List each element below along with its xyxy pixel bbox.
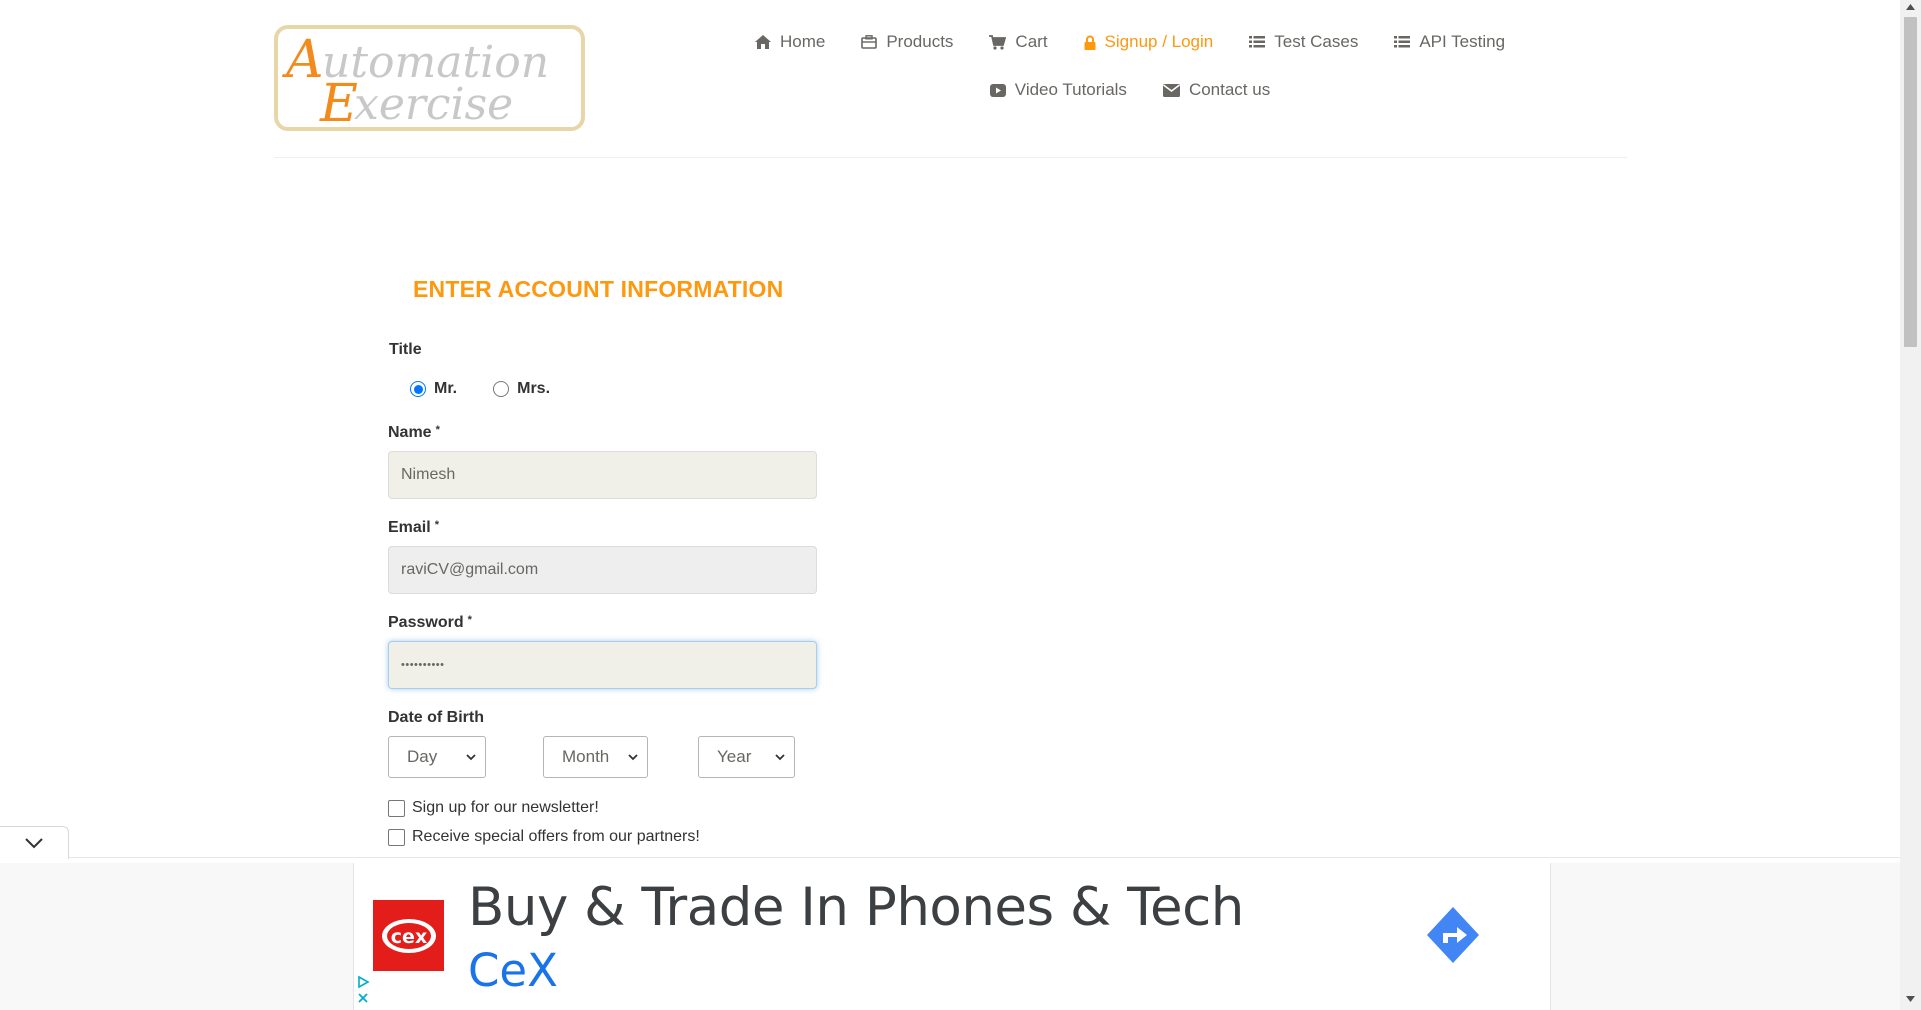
- header-divider: [274, 157, 1627, 158]
- name-input[interactable]: Nimesh: [388, 451, 817, 499]
- home-icon: [754, 35, 771, 49]
- email-label: Email *: [388, 519, 439, 537]
- chevron-down-icon: [466, 754, 476, 761]
- ad-brand-logo: cex: [373, 900, 444, 971]
- email-input[interactable]: raviCV@gmail.com: [388, 546, 817, 594]
- svg-text:xercise: xercise: [354, 79, 513, 127]
- nav-products-label: Products: [886, 32, 954, 51]
- chevron-down-icon: [25, 838, 43, 849]
- svg-text:A: A: [282, 30, 324, 90]
- password-input[interactable]: ••••••••••: [388, 641, 817, 689]
- password-label-text: Password: [388, 614, 464, 631]
- radio-mrs-label[interactable]: Mrs.: [517, 380, 550, 398]
- scroll-up-icon[interactable]: [1906, 4, 1915, 10]
- cart-icon: [989, 34, 1007, 50]
- ad-collapse-button[interactable]: [0, 826, 69, 859]
- email-label-text: Email: [388, 519, 431, 536]
- site-logo[interactable]: A utomation E xercise: [274, 25, 585, 131]
- nav-cart[interactable]: Cart: [989, 30, 1048, 54]
- scroll-down-icon[interactable]: [1906, 996, 1915, 1002]
- password-label: Password *: [388, 614, 472, 632]
- chevron-down-icon: [628, 754, 638, 761]
- newsletter-row: Sign up for our newsletter!: [388, 799, 599, 817]
- dob-day-value: Day: [407, 747, 438, 766]
- password-input-value: ••••••••••: [401, 659, 445, 671]
- play-icon: [989, 83, 1006, 97]
- required-mark: *: [434, 519, 439, 531]
- dob-year-select[interactable]: Year: [698, 736, 795, 778]
- chevron-down-icon: [775, 754, 785, 761]
- lock-icon: [1084, 35, 1096, 50]
- close-icon[interactable]: [356, 991, 370, 1005]
- newsletter-label[interactable]: Sign up for our newsletter!: [412, 799, 599, 817]
- nav-contact-us-label: Contact us: [1188, 80, 1271, 99]
- nav-home-label: Home: [779, 32, 826, 51]
- title-label: Title: [389, 341, 422, 358]
- envelope-icon: [1162, 83, 1180, 97]
- radio-mr-label[interactable]: Mr.: [434, 380, 457, 398]
- form-heading: ENTER ACCOUNT INFORMATION: [413, 276, 784, 302]
- radio-mrs[interactable]: [493, 381, 510, 397]
- list-icon: [1249, 36, 1266, 48]
- dob-month-select[interactable]: Month: [543, 736, 648, 778]
- nav-video-tutorials-label: Video Tutorials: [1014, 80, 1127, 99]
- ad-banner[interactable]: cex Buy & Trade In Phones & Tech CeX: [353, 863, 1551, 1010]
- nav-cart-label: Cart: [1015, 32, 1048, 51]
- svg-text:E: E: [319, 74, 358, 127]
- name-label-text: Name: [388, 424, 432, 441]
- ad-headline[interactable]: Buy & Trade In Phones & Tech: [468, 877, 1244, 938]
- dob-day-select[interactable]: Day: [388, 736, 486, 778]
- main-nav: Home Products Cart Signup / Login Test C…: [700, 30, 1560, 102]
- nav-signup-login[interactable]: Signup / Login: [1084, 30, 1214, 54]
- directions-icon[interactable]: [1425, 905, 1481, 965]
- nav-contact-us[interactable]: Contact us: [1162, 78, 1271, 102]
- name-label: Name *: [388, 424, 440, 442]
- ad-info-icon[interactable]: [356, 975, 370, 989]
- newsletter-checkbox[interactable]: [388, 799, 405, 817]
- svg-text:cex: cex: [390, 926, 426, 948]
- offers-checkbox[interactable]: [388, 828, 405, 846]
- nav-test-cases-label: Test Cases: [1274, 32, 1359, 51]
- nav-test-cases[interactable]: Test Cases: [1249, 30, 1358, 54]
- dob-month-value: Month: [562, 747, 610, 766]
- email-input-value: raviCV@gmail.com: [401, 561, 539, 578]
- radio-mr[interactable]: [410, 381, 426, 397]
- briefcase-icon: [861, 35, 878, 49]
- required-mark: *: [467, 614, 472, 626]
- dob-year-value: Year: [717, 747, 752, 766]
- name-input-value: Nimesh: [401, 466, 456, 483]
- page-scrollbar[interactable]: [1900, 0, 1921, 1010]
- offers-label[interactable]: Receive special offers from our partners…: [412, 828, 700, 846]
- ad-divider: [0, 857, 1900, 858]
- nav-signup-login-label: Signup / Login: [1104, 32, 1214, 51]
- nav-products[interactable]: Products: [861, 30, 953, 54]
- nav-api-testing[interactable]: API Testing: [1394, 30, 1505, 54]
- title-radio-group: Mr. Mrs.: [410, 380, 550, 398]
- required-mark: *: [435, 424, 440, 436]
- list-icon: [1394, 36, 1411, 48]
- scrollbar-thumb[interactable]: [1904, 17, 1917, 347]
- nav-home[interactable]: Home: [754, 30, 826, 54]
- ad-advertiser[interactable]: CeX: [468, 944, 558, 997]
- dob-label: Date of Birth: [388, 709, 484, 726]
- nav-api-testing-label: API Testing: [1419, 32, 1506, 51]
- nav-video-tutorials[interactable]: Video Tutorials: [989, 78, 1127, 102]
- offers-row: Receive special offers from our partners…: [388, 828, 700, 846]
